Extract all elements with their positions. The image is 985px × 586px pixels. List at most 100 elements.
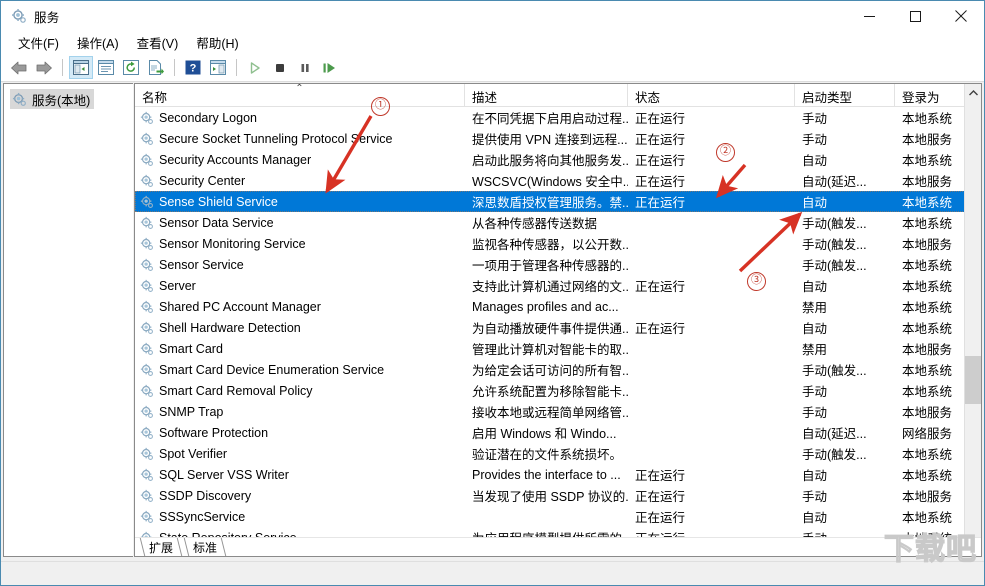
service-startup-type-cell: 自动: [802, 280, 828, 294]
table-row[interactable]: Sensor Service 一项用于管理各种传感器的... 手动(触发... 本地系…: [135, 254, 981, 275]
service-name-cell: Shell Hardware Detection: [135, 321, 465, 335]
table-row[interactable]: Smart Card Removal Policy 允许系统配置为移除智能卡...…: [135, 380, 981, 401]
service-gear-icon: [140, 111, 154, 125]
service-description-cell: 深思数盾授权管理服务。禁...: [472, 196, 628, 210]
start-service-icon[interactable]: [243, 56, 267, 79]
service-name-cell: Shared PC Account Manager: [135, 300, 465, 314]
table-row[interactable]: State Repository Service为应用程序模型提供所需的...正…: [135, 527, 981, 537]
table-row[interactable]: SQL Server VSS Writer Provides the interf…: [135, 464, 981, 485]
window-title: 服务: [34, 10, 60, 25]
service-description-cell: 启动此服务将向其他服务发...: [472, 154, 628, 168]
service-name-cell: Smart Card Device Enumeration Service: [135, 363, 465, 377]
table-row[interactable]: Security Center WSCSVC(Windows 安全中... 正在运行…: [135, 170, 981, 191]
service-log-on-as-cell: 本地系统: [902, 385, 953, 399]
column-header-name[interactable]: 名称 ⌃: [135, 84, 465, 106]
properties-icon[interactable]: [94, 56, 118, 79]
column-header-startup-type-label: 启动类型: [802, 91, 853, 105]
service-log-on-as-cell: 本地服务: [902, 406, 953, 420]
table-row[interactable]: Software Protection 启用 Windows 和 Windo...…: [135, 422, 981, 443]
service-gear-icon: [140, 468, 154, 482]
tab-extended[interactable]: 扩展: [139, 538, 183, 555]
service-gear-icon: [140, 153, 154, 167]
service-log-on-as-cell: 本地系统: [902, 217, 953, 231]
service-log-on-as-cell: 本地服务: [902, 175, 953, 189]
service-description-cell: 一项用于管理各种传感器的...: [472, 259, 628, 273]
service-startup-type-cell: 自动: [802, 154, 828, 168]
table-row[interactable]: Security Accounts Manager 启动此服务将向其他服务发...…: [135, 149, 981, 170]
table-row[interactable]: Shared PC Account Manager Manages profile…: [135, 296, 981, 317]
scroll-up-arrow-icon[interactable]: [965, 84, 981, 101]
table-row[interactable]: Server 支持此计算机通过网络的文... 正在运行 自动 本地系统: [135, 275, 981, 296]
service-log-on-as-cell: 本地系统: [902, 112, 953, 126]
service-description-cell: 为自动播放硬件事件提供通...: [472, 322, 628, 336]
column-header-status[interactable]: 状态: [628, 84, 795, 106]
service-startup-type-cell: 手动(触发...: [802, 259, 867, 273]
service-name-cell: Smart Card Removal Policy: [135, 384, 465, 398]
help-icon[interactable]: ?: [181, 56, 205, 79]
forward-arrow-icon[interactable]: [32, 56, 56, 79]
service-gear-icon: [140, 489, 154, 503]
column-header-description[interactable]: 描述: [465, 84, 628, 106]
tree-node-services-local[interactable]: 服务(本地): [10, 89, 95, 109]
table-row[interactable]: Secondary Logon 在不同凭据下启用启动过程... 正在运行 手动 本地系统: [135, 107, 981, 128]
content-area: 服务(本地) 名称 ⌃ 描述 状态 启动类型 登录为 Secondary Log…: [1, 82, 984, 561]
show-action-pane-icon[interactable]: [206, 56, 230, 79]
service-status-cell: 正在运行: [635, 175, 686, 189]
restart-service-icon[interactable]: [318, 56, 342, 79]
column-header-log-on-as[interactable]: 登录为: [895, 84, 973, 106]
show-hide-console-tree-icon[interactable]: [69, 56, 93, 79]
close-icon[interactable]: [938, 1, 984, 31]
table-row[interactable]: Smart Card Device Enumeration Service 为给定…: [135, 359, 981, 380]
refresh-icon[interactable]: [119, 56, 143, 79]
maximize-icon[interactable]: [892, 1, 938, 31]
service-gear-icon: [140, 342, 154, 356]
service-name-cell: Smart Card: [135, 342, 465, 356]
service-description-cell: 验证潜在的文件系统损坏。: [472, 448, 623, 462]
menu-item-file[interactable]: 文件(F): [9, 31, 68, 54]
menu-item-action[interactable]: 操作(A): [68, 31, 128, 54]
service-startup-type-cell: 禁用: [802, 343, 828, 357]
table-row[interactable]: SSSyncService 正在运行 自动 本地系统: [135, 506, 981, 527]
table-row[interactable]: Secure Socket Tunneling Protocol Service…: [135, 128, 981, 149]
table-row[interactable]: SNMP Trap 接收本地或远程简单网络管... 手动 本地服务: [135, 401, 981, 422]
service-status-cell: 正在运行: [635, 322, 686, 336]
service-name-label: SNMP Trap: [159, 404, 224, 419]
minimize-icon[interactable]: [846, 1, 892, 31]
service-gear-icon: [140, 300, 154, 314]
view-tabs: 扩展 标准: [135, 537, 981, 556]
service-description-cell: 从各种传感器传送数据: [472, 217, 598, 231]
table-row[interactable]: Sensor Data Service 从各种传感器传送数据 手动(触发... 本地系…: [135, 212, 981, 233]
service-startup-type-cell: 手动: [802, 112, 828, 126]
menu-item-help[interactable]: 帮助(H): [187, 31, 247, 54]
vertical-scrollbar[interactable]: [964, 84, 981, 556]
column-header-startup-type[interactable]: 启动类型: [795, 84, 895, 106]
tab-standard-label: 标准: [193, 541, 218, 555]
service-startup-type-cell: 手动: [795, 528, 895, 537]
service-status-cell: 正在运行: [635, 112, 686, 126]
services-window: 服务 文件(F) 操作(A) 查看(V) 帮助(H) ? 服务(本地) 名称 ⌃…: [0, 0, 985, 586]
back-arrow-icon[interactable]: [7, 56, 31, 79]
table-row[interactable]: Sensor Monitoring Service 监视各种传感器，以公开数...…: [135, 233, 981, 254]
service-description-cell: Provides the interface to ...: [472, 467, 621, 482]
service-gear-icon: [140, 132, 154, 146]
service-gear-icon: [140, 174, 154, 188]
service-name-cell: Sensor Monitoring Service: [135, 237, 465, 251]
scrollbar-thumb[interactable]: [965, 356, 981, 404]
table-row[interactable]: Sense Shield Service 深思数盾授权管理服务。禁... 正在运行 自…: [135, 191, 981, 212]
service-startup-type-cell: 手动(触发...: [802, 238, 867, 252]
svg-text:?: ?: [190, 63, 197, 75]
service-description-cell: 接收本地或远程简单网络管...: [472, 406, 628, 420]
table-row[interactable]: SSDP Discovery 当发现了使用 SSDP 协议的... 正在运行 手动 本地…: [135, 485, 981, 506]
service-gear-icon: [140, 258, 154, 272]
pause-service-icon[interactable]: [293, 56, 317, 79]
export-list-icon[interactable]: [144, 56, 168, 79]
table-row[interactable]: Smart Card 管理此计算机对智能卡的取... 禁用 本地服务: [135, 338, 981, 359]
service-name-cell: Sense Shield Service: [135, 195, 465, 209]
table-row[interactable]: Spot Verifier 验证潜在的文件系统损坏。 手动(触发... 本地系统: [135, 443, 981, 464]
table-row[interactable]: Shell Hardware Detection 为自动播放硬件事件提供通... 正…: [135, 317, 981, 338]
tab-standard[interactable]: 标准: [183, 538, 227, 555]
menu-item-view[interactable]: 查看(V): [128, 31, 188, 54]
service-name-label: Smart Card Removal Policy: [159, 383, 313, 398]
stop-service-icon[interactable]: [268, 56, 292, 79]
menu-item-view-label: 查看(V): [136, 37, 179, 51]
